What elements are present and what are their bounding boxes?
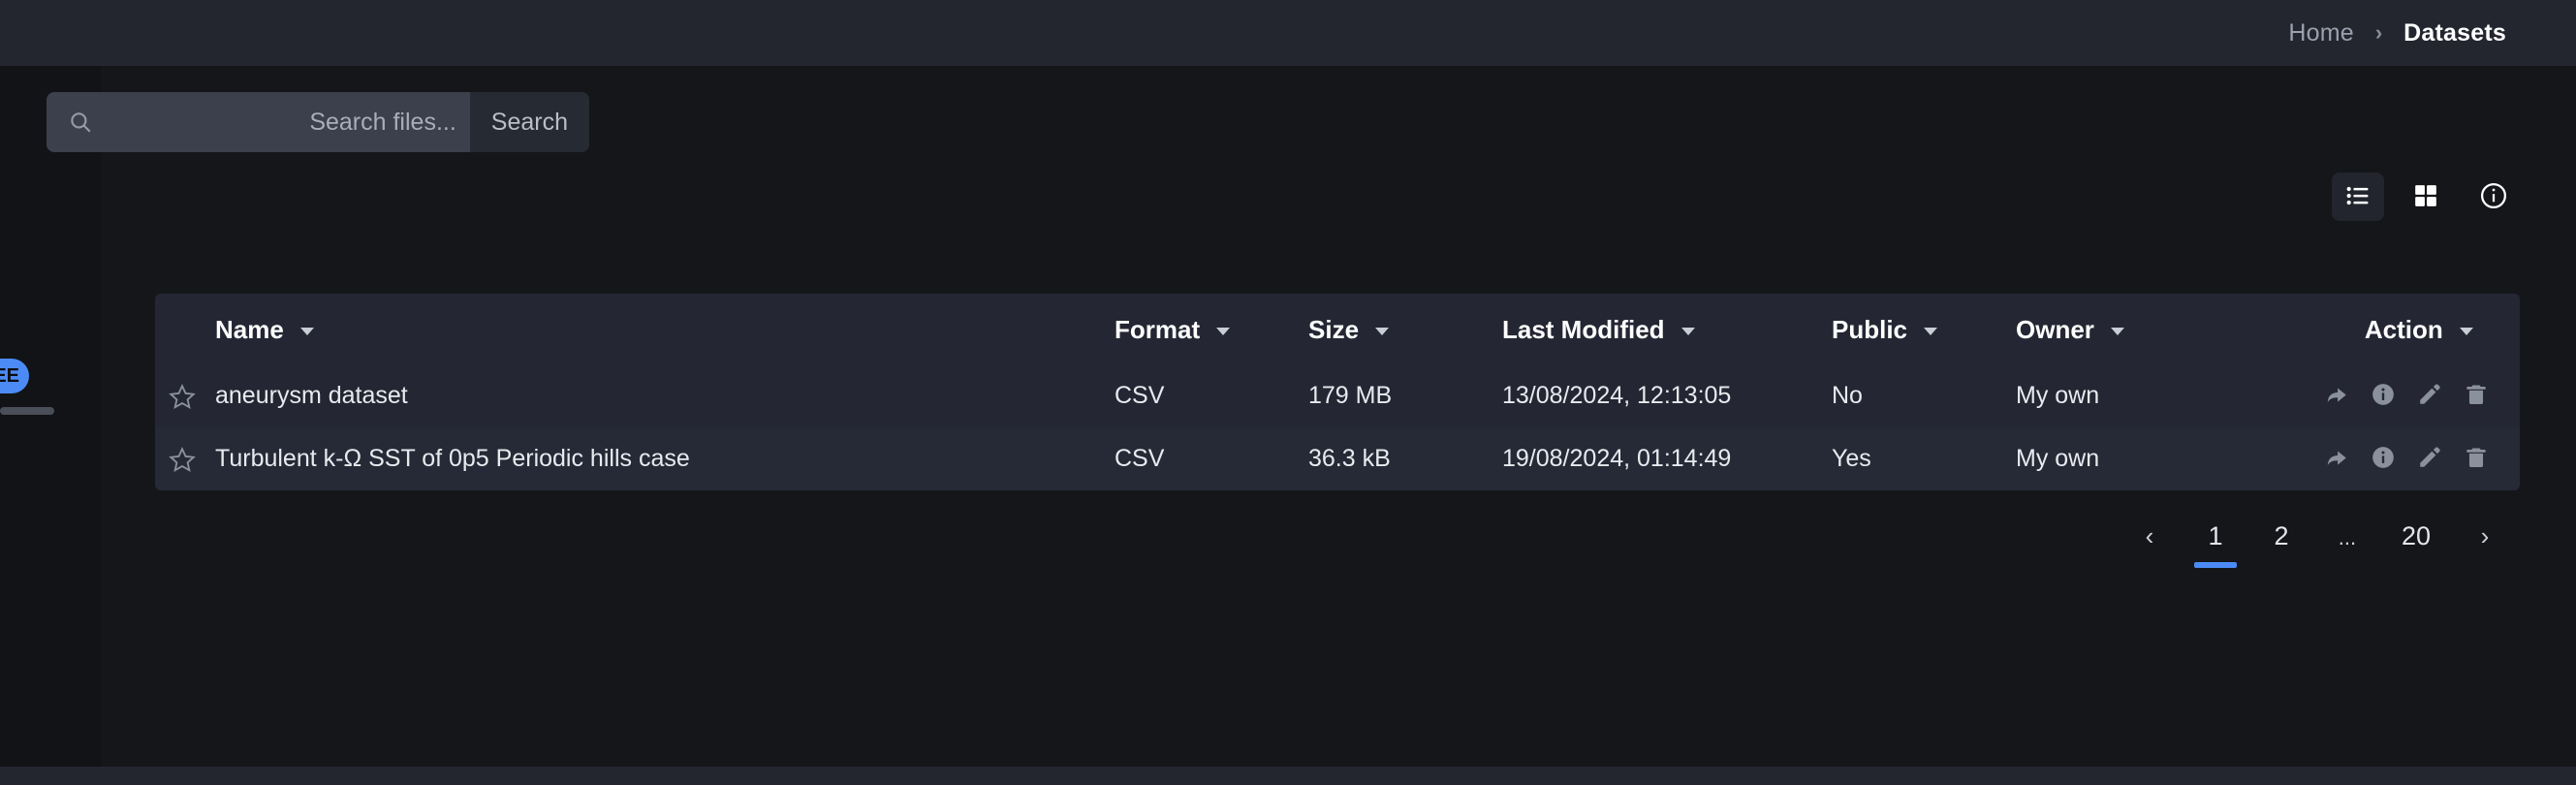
list-view-button[interactable] [2332, 173, 2384, 221]
breadcrumb-current: Datasets [2403, 18, 2506, 47]
pagination-next[interactable]: › [2462, 514, 2508, 558]
details-info-button[interactable] [2371, 382, 2396, 410]
sort-caret-icon [1216, 328, 1231, 336]
favorite-cell [155, 364, 215, 427]
cell-format: CSV [1115, 445, 1165, 472]
header-size-label: Size [1308, 315, 1360, 344]
pagination: ‹ 1 2 ... 20 › [2117, 514, 2518, 568]
cell-size: 179 MB [1308, 382, 1393, 409]
pagination-page-20[interactable]: 20 [2390, 514, 2442, 558]
pencil-icon [2417, 445, 2442, 473]
cell-owner: My own [2016, 445, 2100, 472]
grid-icon [2413, 183, 2438, 211]
cell-last-modified: 13/08/2024, 12:13:05 [1502, 382, 1732, 409]
search-box: Search [47, 92, 589, 152]
cell-public: Yes [1832, 445, 1871, 472]
view-toggle-group [2332, 173, 2520, 221]
header-size[interactable]: Size [1308, 294, 1502, 364]
info-icon [2371, 445, 2396, 473]
trash-icon [2464, 382, 2489, 410]
sidebar-collapsed-item[interactable] [0, 407, 54, 415]
table-header-row: Name Format Size Last Modified Public Ow… [155, 294, 2520, 364]
search-input[interactable] [93, 108, 470, 137]
share-button[interactable] [2324, 382, 2349, 410]
pagination-ellipsis: ... [2338, 525, 2357, 550]
info-button[interactable] [2467, 173, 2520, 221]
header-last-modified-label: Last Modified [1502, 315, 1665, 344]
cell-format: CSV [1115, 382, 1165, 409]
header-name[interactable]: Name [215, 294, 1115, 364]
list-icon [2344, 182, 2372, 212]
favorite-star-icon[interactable] [169, 383, 196, 410]
table-row[interactable]: aneurysm dataset CSV 179 MB 13/08/2024, … [155, 364, 2520, 427]
table-row[interactable]: Turbulent k-Ω SST of 0p5 Periodic hills … [155, 427, 2520, 490]
pencil-icon [2417, 382, 2442, 410]
edit-button[interactable] [2417, 445, 2442, 473]
pagination-page-1[interactable]: 1 [2192, 514, 2239, 568]
info-icon [2371, 382, 2396, 410]
header-format-label: Format [1115, 315, 1201, 344]
share-arrow-icon [2324, 382, 2349, 410]
cell-name: aneurysm dataset [215, 382, 408, 409]
grid-view-button[interactable] [2400, 173, 2452, 221]
delete-button[interactable] [2464, 382, 2489, 410]
cell-last-modified: 19/08/2024, 01:14:49 [1502, 445, 1732, 472]
top-bar: Home › Datasets [0, 0, 2576, 66]
cell-actions [2268, 364, 2520, 427]
search-row: Search [47, 92, 589, 152]
header-owner[interactable]: Owner [2016, 294, 2268, 364]
chevron-right-icon: › [2374, 20, 2383, 45]
datasets-table: Name Format Size Last Modified Public Ow… [155, 294, 2520, 490]
header-owner-label: Owner [2016, 315, 2094, 344]
share-arrow-icon [2324, 445, 2349, 473]
header-action-label: Action [2364, 315, 2443, 344]
cell-name: Turbulent k-Ω SST of 0p5 Periodic hills … [215, 445, 690, 472]
cell-owner: My own [2016, 382, 2100, 409]
left-sidebar: EE [0, 66, 101, 767]
header-name-label: Name [215, 315, 284, 344]
edition-badge[interactable]: EE [0, 359, 29, 393]
cell-public: No [1832, 382, 1863, 409]
pagination-page-2[interactable]: 2 [2258, 514, 2305, 558]
favorite-cell [155, 427, 215, 490]
bottom-strip [0, 767, 2576, 785]
sort-caret-icon [2111, 328, 2125, 336]
header-last-modified[interactable]: Last Modified [1502, 294, 1832, 364]
header-public-label: Public [1832, 315, 1908, 344]
header-action[interactable]: Action [2268, 294, 2520, 364]
favorite-star-icon[interactable] [169, 446, 196, 473]
pagination-prev[interactable]: ‹ [2126, 514, 2173, 558]
breadcrumb-home[interactable]: Home [2288, 19, 2354, 47]
trash-icon [2464, 445, 2489, 473]
details-info-button[interactable] [2371, 445, 2396, 473]
search-button[interactable]: Search [469, 92, 589, 152]
cell-actions [2268, 427, 2520, 490]
datasets-page: Home › Datasets EE Search [0, 0, 2576, 785]
sort-caret-icon [1924, 328, 1938, 336]
header-format[interactable]: Format [1115, 294, 1308, 364]
header-favorite [155, 294, 215, 364]
sort-caret-icon [2460, 328, 2473, 336]
info-circle-icon [2479, 181, 2508, 213]
search-icon [68, 110, 93, 135]
sort-caret-icon [1375, 328, 1390, 336]
share-button[interactable] [2324, 445, 2349, 473]
edit-button[interactable] [2417, 382, 2442, 410]
sort-caret-icon [1681, 328, 1695, 336]
header-public[interactable]: Public [1832, 294, 2016, 364]
breadcrumb: Home › Datasets [2288, 19, 2506, 47]
delete-button[interactable] [2464, 445, 2489, 473]
sort-caret-icon [300, 328, 315, 336]
cell-size: 36.3 kB [1308, 445, 1391, 472]
